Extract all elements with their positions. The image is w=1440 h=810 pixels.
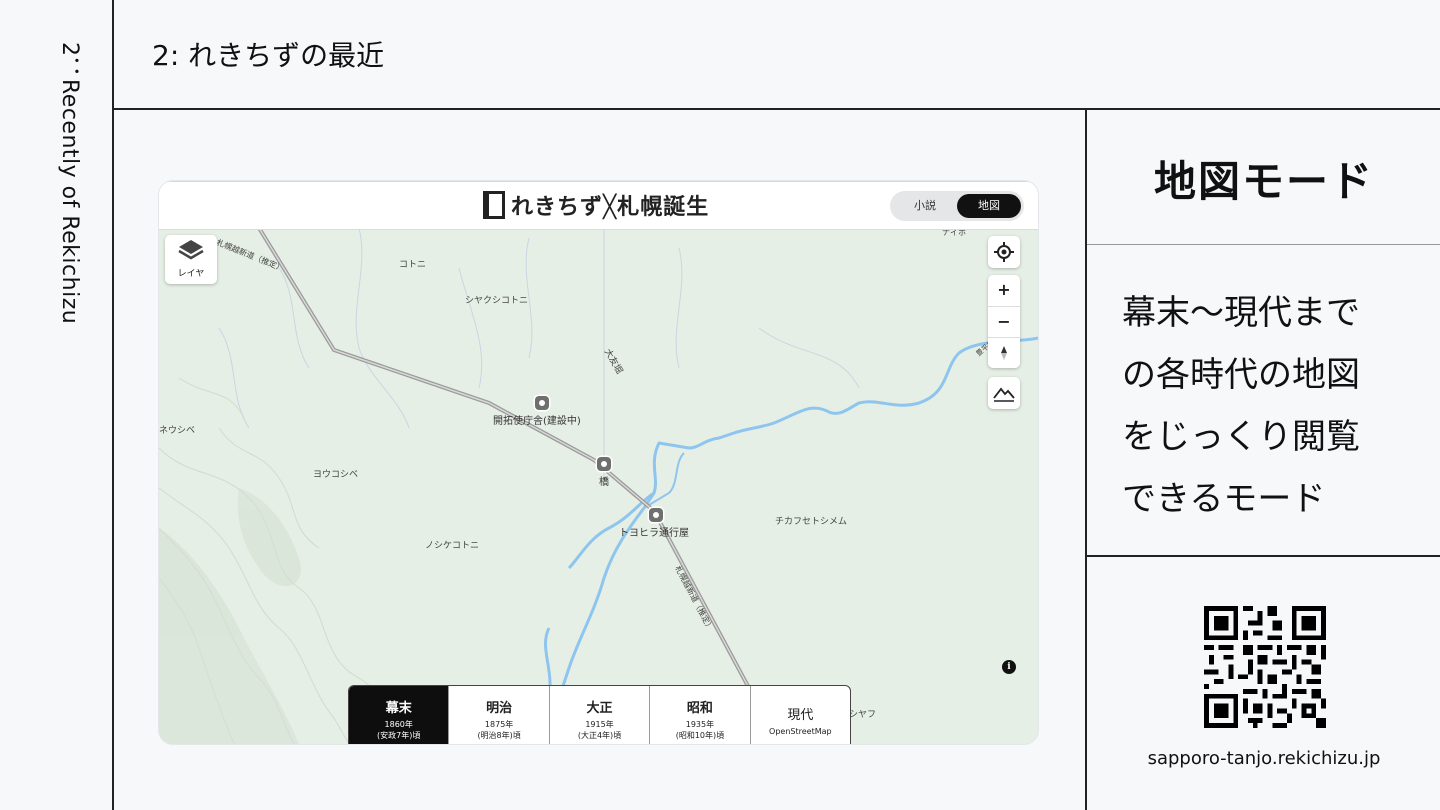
info-icon[interactable]: i [1002, 660, 1016, 674]
era-tab-meiji[interactable]: 明治 1875年 (明治8年)頃 [449, 686, 550, 744]
logo-mark-icon [483, 191, 505, 219]
app-header: れきちず╳札幌誕生 小説 地図 [159, 181, 1038, 230]
compass-button[interactable] [988, 337, 1020, 368]
era-year: 1860年 [384, 720, 413, 729]
layer-button-label: レイヤ [177, 269, 205, 279]
era-year: 1915年 [585, 720, 614, 729]
map-label: シヤクシコトニ [465, 296, 529, 306]
era-name: 幕末 [385, 701, 412, 716]
poi-label: トヨヒラ通行屋 [619, 528, 689, 539]
description-line: の各時代の地図 [1122, 355, 1360, 395]
poi-marker[interactable] [649, 508, 663, 522]
vertical-section-title: 2：Recently of Rekichizu [57, 42, 82, 325]
map-label: シヤフ [849, 710, 877, 720]
description-line: をじっくり閲覧 [1122, 417, 1360, 457]
poi-marker[interactable] [535, 396, 549, 410]
header-divider [112, 108, 1440, 110]
era-tab-taisho[interactable]: 大正 1915年 (大正4年)頃 [550, 686, 651, 744]
sidebar-divider [112, 0, 114, 810]
description-line: できるモード [1122, 479, 1326, 519]
description-line: 幕末〜現代まで [1122, 293, 1360, 333]
poi-label: 橋 [599, 477, 609, 488]
site-url: sapporo-tanjo.rekichizu.jp [1147, 748, 1381, 769]
era-name: 明治 [486, 701, 513, 716]
era-name: 大正 [586, 701, 613, 716]
layers-icon [178, 240, 204, 260]
mode-title: 地図モード [1153, 157, 1374, 206]
right-panel-divider [1085, 109, 1087, 810]
app-screenshot: コトニ シヤクシコトニ 大友堀 ネウシベ ヨウコシベ ノシケコトニ チカフセトシ… [159, 181, 1038, 744]
zoom-control: + − [988, 275, 1020, 368]
era-name: 現代 [787, 708, 814, 723]
era-note: (大正4年)頃 [577, 731, 622, 740]
poi-label: 開拓使庁舎(建設中) [493, 416, 581, 427]
map-label: ヨウコシベ [313, 470, 359, 480]
era-year: OpenStreetMap [769, 727, 832, 736]
right-panel-separator-1 [1087, 244, 1440, 245]
era-selector: 幕末 1860年 (安政7年)頃 明治 1875年 (明治8年)頃 大正 191… [348, 685, 851, 744]
map-label: ノシケコトニ [425, 541, 480, 551]
era-note: (明治8年)頃 [477, 731, 521, 740]
zoom-in-button[interactable]: + [988, 275, 1020, 305]
map-label: ネウシベ [159, 426, 196, 436]
right-panel-separator-2 [1087, 555, 1440, 557]
era-year: 1875年 [484, 720, 514, 729]
terrain-control[interactable] [988, 377, 1020, 409]
era-tab-modern[interactable]: 現代 OpenStreetMap [751, 686, 850, 744]
map-label: チカフセトシメム [775, 517, 848, 527]
era-note: (安政7年)頃 [377, 731, 421, 740]
locate-icon [994, 242, 1014, 262]
mode-toggle[interactable]: 小説 地図 [890, 191, 1024, 221]
era-name: 昭和 [686, 701, 713, 716]
map-label: コトニ [399, 260, 427, 270]
layer-button[interactable]: レイヤ [165, 235, 217, 284]
terrain-icon [993, 387, 1015, 402]
poi-marker[interactable] [597, 457, 611, 471]
logo-text: れきちず╳札幌誕生 [511, 195, 710, 220]
era-note: (昭和10年)頃 [675, 731, 725, 740]
toggle-novel[interactable]: 小説 [893, 194, 957, 218]
qr-code [1204, 606, 1326, 728]
mode-description: 幕末〜現代まで の各時代の地図 をじっくり閲覧 できるモード [1122, 282, 1422, 530]
era-tab-showa[interactable]: 昭和 1935年 (昭和10年)頃 [650, 686, 751, 744]
rekichizu-logo: れきちず╳札幌誕生 [483, 188, 709, 222]
page-title: 2: れきちずの最近 [152, 39, 385, 72]
zoom-out-button[interactable]: − [988, 306, 1020, 337]
compass-icon [1001, 346, 1007, 360]
geolocate-control[interactable] [988, 236, 1020, 268]
toggle-map[interactable]: 地図 [957, 194, 1021, 218]
era-year: 1935年 [685, 720, 715, 729]
era-tab-bakumatsu[interactable]: 幕末 1860年 (安政7年)頃 [349, 686, 450, 744]
